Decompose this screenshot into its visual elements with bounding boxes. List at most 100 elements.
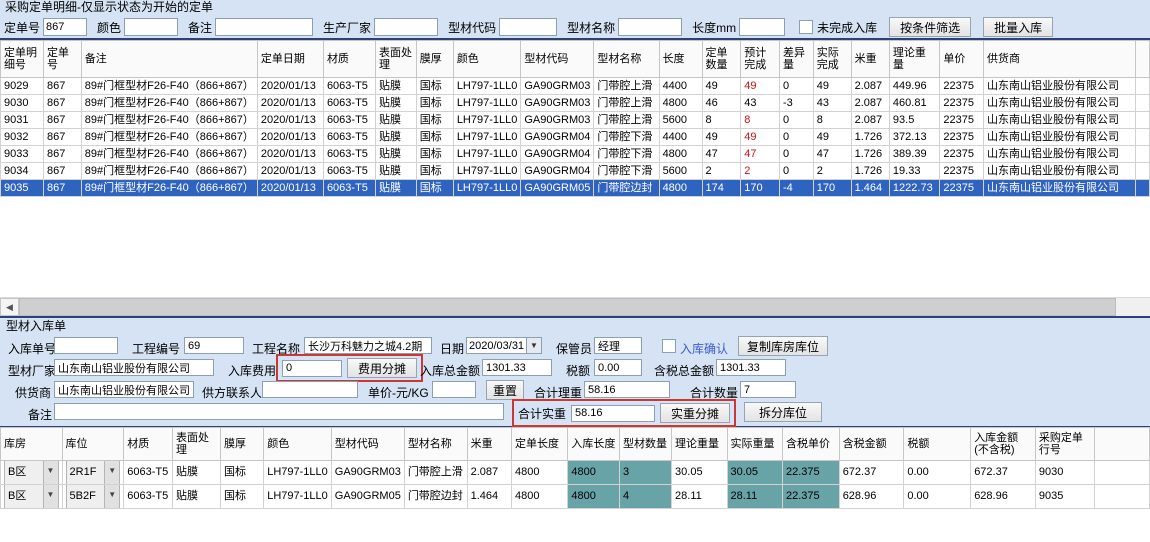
total-with-tax-field[interactable] [716,359,786,376]
cell: GA90GRM03 [331,461,404,485]
total-actual-weight-field[interactable] [571,405,655,422]
unfinished-inbound-label: 未完成入库 [817,19,877,36]
inbound-confirm-label: 入库确认 [680,340,728,354]
table-row[interactable]: 902986789#门框型材F26-F40（866+867）2020/01/13… [1,78,1150,95]
project-no-label: 工程编号 [132,340,180,354]
calendar-dropdown-icon[interactable]: ▼ [526,337,542,354]
warehouse-combo[interactable]: B区▼ [1,485,63,509]
cell: 0 [779,146,813,163]
cell: 0 [779,112,813,129]
total-qty-field[interactable] [740,381,796,398]
total-theory-weight-field[interactable] [584,381,670,398]
cell: 47 [813,146,851,163]
location-combo[interactable]: 2R1F▼ [62,461,124,485]
cell [1095,485,1150,509]
cell: 9032 [1,129,44,146]
cell: 4800 [568,485,620,509]
table-row[interactable]: 903186789#门框型材F26-F40（866+867）2020/01/13… [1,112,1150,129]
location-combo[interactable]: 5B2F▼ [62,485,124,509]
cell: 22.375 [782,461,839,485]
inbound-section-label: 型材入库单 [0,318,1150,334]
cell: 贴膜 [375,78,416,95]
inbound-confirm-checkbox[interactable] [662,339,676,353]
fee-split-button[interactable]: 费用分摊 [347,358,417,378]
cell: 4400 [659,78,702,95]
filter-input-2[interactable] [215,18,313,36]
table-row[interactable]: 903586789#门框型材F26-F40（866+867）2020/01/13… [1,180,1150,197]
receipt-no-field[interactable] [54,337,118,354]
cell [1135,180,1149,197]
filter-input-0[interactable] [43,18,87,36]
actual-weight-split-button[interactable]: 实重分摊 [660,403,730,423]
table-row[interactable]: 903386789#门框型材F26-F40（866+867）2020/01/13… [1,146,1150,163]
cell: 628.96 [839,485,904,509]
filter-input-6[interactable] [739,18,785,36]
table-row[interactable]: 903486789#门框型材F26-F40（866+867）2020/01/13… [1,163,1150,180]
table-row[interactable]: B区▼2R1F▼6063-T5贴膜国标LH797-1LL0GA90GRM03门带… [1,461,1150,485]
cell: 2020/01/13 [257,180,323,197]
column-header: 定单日期 [257,41,323,78]
filter-by-condition-button[interactable]: 按条件筛选 [889,17,971,37]
column-header: 材质 [124,428,173,461]
scrollbar-thumb[interactable] [19,298,1116,316]
cell: 2020/01/13 [257,112,323,129]
chevron-down-icon[interactable]: ▼ [104,485,119,508]
combo-value: B区 [5,486,43,507]
chevron-down-icon[interactable]: ▼ [43,485,58,508]
inbound-fee-field[interactable] [282,360,342,377]
project-name-field[interactable] [304,337,432,354]
filter-label-5: 型材名称 [567,19,615,36]
filter-label-1: 颜色 [97,19,121,36]
cell: 8 [741,112,780,129]
order-table-hscrollbar[interactable]: ◀ [0,297,1150,316]
tax-field[interactable] [594,359,642,376]
column-header: 定单号 [43,41,81,78]
copy-warehouse-location-button[interactable]: 复制库房库位 [738,336,828,356]
cell: 89#门框型材F26-F40（866+867） [81,129,257,146]
cell: 22375 [940,163,984,180]
cell: 6063-T5 [323,163,375,180]
chevron-down-icon[interactable]: ▼ [104,461,119,484]
table-row[interactable]: 903286789#门框型材F26-F40（866+867）2020/01/13… [1,129,1150,146]
filter-input-3[interactable] [374,18,438,36]
supplier-contact-field[interactable] [262,381,358,398]
inbound-total-field[interactable] [482,359,552,376]
filter-input-4[interactable] [499,18,557,36]
supplier-field[interactable] [54,381,194,398]
total-qty-label: 合计数量 [690,384,738,398]
reset-button[interactable]: 重置 [486,380,524,400]
warehouse-combo[interactable]: B区▼ [1,461,63,485]
cell: 867 [43,95,81,112]
table-row[interactable]: B区▼5B2F▼6063-T5贴膜国标LH797-1LL0GA90GRM05门带… [1,485,1150,509]
filter-input-5[interactable] [618,18,682,36]
split-warehouse-button[interactable]: 拆分库位 [744,402,822,422]
column-header: 供货商 [984,41,1136,78]
tax-label: 税额 [566,362,590,376]
date-field[interactable] [466,337,526,354]
batch-inbound-button[interactable]: 批量入库 [983,17,1053,37]
column-header: 型材数量 [620,428,672,461]
cell: 49 [741,78,780,95]
table-row[interactable]: 903086789#门框型材F26-F40（866+867）2020/01/13… [1,95,1150,112]
cell: LH797-1LL0 [453,95,521,112]
cell: 628.96 [971,485,1036,509]
cell: 9035 [1035,485,1095,509]
project-no-field[interactable] [184,337,244,354]
column-header: 定单长度 [511,428,567,461]
unit-price-field[interactable] [432,381,476,398]
keeper-field[interactable] [594,337,642,354]
manufacturer-field[interactable] [54,359,214,376]
scroll-left-icon[interactable]: ◀ [0,298,19,316]
cell: LH797-1LL0 [453,180,521,197]
cell: 2.087 [851,78,889,95]
remark-field[interactable] [54,403,504,420]
filter-input-1[interactable] [124,18,178,36]
cell: 43 [813,95,851,112]
unfinished-inbound-checkbox[interactable] [799,20,813,34]
cell: 山东南山铝业股份有限公司 [984,129,1136,146]
inbound-total-label: 入库总金额 [420,362,480,376]
chevron-down-icon[interactable]: ▼ [43,461,58,484]
cell: 国标 [220,485,263,509]
column-header: 入库金额(不含税) [971,428,1036,461]
cell: 672.37 [839,461,904,485]
